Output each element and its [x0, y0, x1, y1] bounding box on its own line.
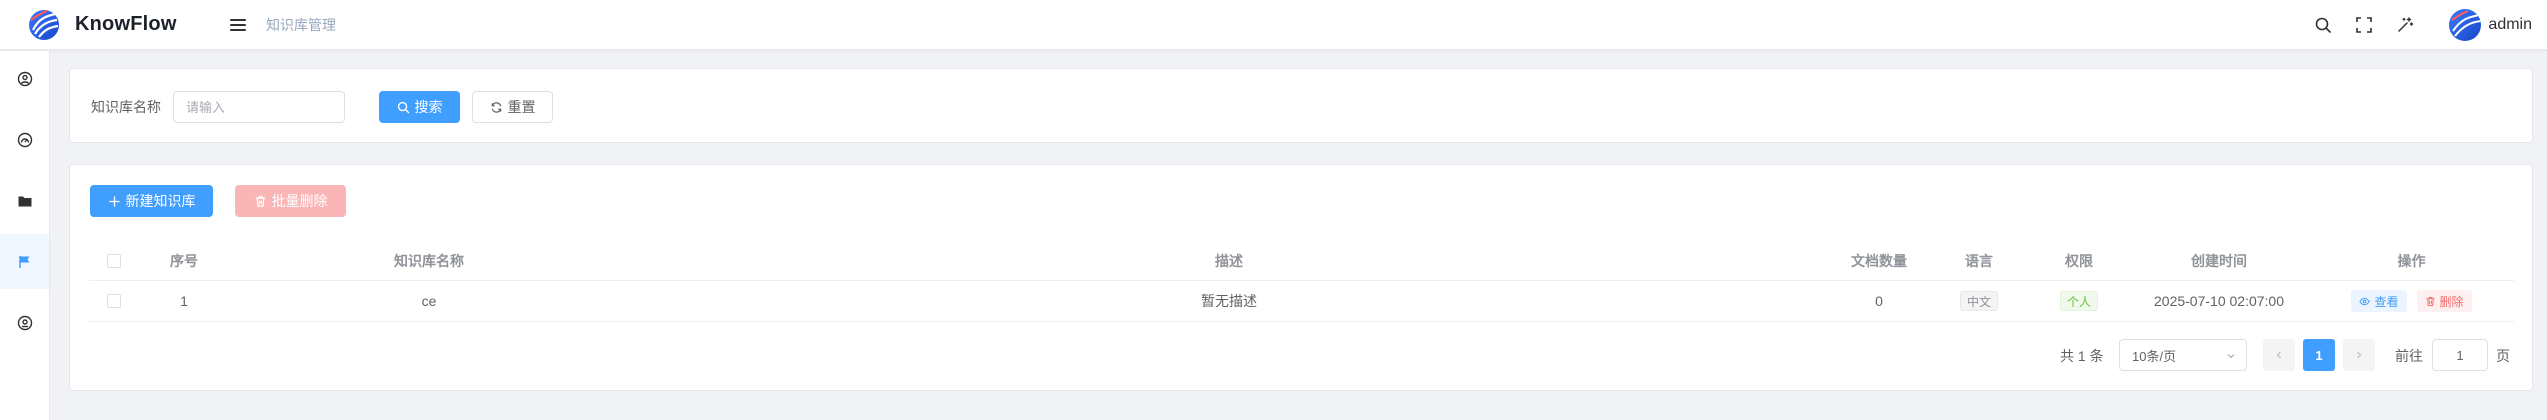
fullscreen-icon[interactable]: [2355, 16, 2373, 34]
create-kb-button[interactable]: 新建知识库: [90, 185, 213, 217]
row-checkbox[interactable]: [107, 294, 121, 308]
theme-icon[interactable]: [2396, 16, 2414, 34]
create-kb-button-label: 新建知识库: [125, 193, 196, 209]
kb-name-label: 知识库名称: [91, 99, 161, 115]
app-logo[interactable]: KnowFlow: [0, 8, 220, 42]
col-header-permission: 权限: [2065, 252, 2093, 269]
header-actions: admin: [2314, 0, 2547, 50]
sidebar-item-knowledge-base[interactable]: [0, 234, 49, 289]
reset-button-label: 重置: [507, 99, 536, 115]
goto-suffix: 页: [2496, 348, 2510, 364]
sidebar-toggle-icon[interactable]: [230, 17, 246, 33]
delete-button[interactable]: 删除: [2416, 290, 2472, 312]
cell-index: 1: [180, 293, 188, 309]
batch-delete-button[interactable]: 批量删除: [235, 185, 346, 217]
knowflow-logo-icon: [29, 9, 59, 40]
select-all-cell: [89, 241, 139, 280]
language-tag: 中文: [1959, 291, 1998, 311]
search-button-label: 搜索: [414, 99, 443, 115]
col-header-name: 知识库名称: [394, 252, 464, 269]
trash-icon: [255, 195, 265, 207]
eye-icon: [2359, 297, 2371, 305]
cell-name: ce: [421, 293, 437, 309]
cell-actions: 查看 删除: [2309, 281, 2514, 321]
chevron-down-icon: [2227, 354, 2235, 359]
sidebar-item-dashboard[interactable]: [0, 112, 49, 167]
folder-icon: [18, 196, 31, 206]
col-header-doc-count: 文档数量: [1851, 252, 1907, 269]
search-panel: 知识库名称 搜索 重置: [69, 68, 2533, 143]
batch-delete-button-label: 批量删除: [271, 193, 328, 209]
pagination-total: 共 1 条: [2060, 348, 2104, 364]
user-circle-icon: [17, 71, 32, 86]
prev-page-button[interactable]: [2263, 339, 2295, 371]
permission-tag: 个人: [2059, 291, 2098, 311]
cell-doc-count: 0: [1875, 293, 1883, 309]
plus-icon: [108, 195, 120, 207]
view-button[interactable]: 查看: [2351, 290, 2407, 312]
page-button-1[interactable]: 1: [2303, 339, 2335, 371]
refresh-icon: [491, 101, 501, 113]
search-icon[interactable]: [2314, 16, 2332, 34]
page-size-select[interactable]: 10条/页: [2119, 339, 2247, 371]
next-page-button[interactable]: [2343, 339, 2375, 371]
chevron-right-icon: [2357, 351, 2362, 359]
page-size-value: 10条/页: [2132, 348, 2177, 364]
table-header-row: 序号 知识库名称 描述 文档数量 语言 权限 创建时间 操作: [89, 241, 2514, 281]
col-header-index: 序号: [170, 252, 198, 269]
sidebar-item-user[interactable]: [0, 51, 49, 106]
row-select-cell: [89, 281, 139, 321]
cell-language: 中文: [1929, 281, 2029, 321]
sidebar-item-files[interactable]: [0, 173, 49, 228]
cell-created-at: 2025-07-10 02:07:00: [2154, 293, 2284, 309]
delete-button-label: 删除: [2439, 294, 2464, 309]
col-header-description: 描述: [1215, 252, 1243, 269]
top-header: KnowFlow 知识库管理 admin: [0, 0, 2547, 50]
goto-prefix: 前往: [2395, 348, 2423, 364]
search-icon: [397, 101, 409, 113]
col-header-actions: 操作: [2397, 252, 2426, 269]
search-button[interactable]: 搜索: [379, 91, 460, 123]
cell-description: 暂无描述: [1201, 293, 1257, 309]
breadcrumb: 知识库管理: [266, 16, 336, 33]
view-button-label: 查看: [2374, 294, 2399, 309]
col-header-language: 语言: [1965, 252, 1993, 269]
select-all-checkbox[interactable]: [107, 253, 121, 268]
sidebar: [0, 51, 50, 420]
sidebar-item-profile[interactable]: [0, 295, 49, 350]
gauge-icon: [17, 132, 32, 147]
trash-icon: [2425, 296, 2435, 306]
user-avatar[interactable]: [2449, 9, 2482, 41]
kb-name-input[interactable]: [173, 91, 345, 123]
table-row: 1 ce 暂无描述 0 中文 个人 2025-07-10 02:07:00 查看…: [89, 281, 2514, 322]
flag-icon: [18, 255, 29, 268]
col-header-created-at: 创建时间: [2191, 252, 2247, 269]
profile-icon: [17, 315, 32, 330]
app-name: KnowFlow: [75, 13, 177, 35]
chevron-left-icon: [2276, 351, 2281, 359]
reset-button[interactable]: 重置: [472, 91, 553, 123]
kb-table-panel: 新建知识库 批量删除 序号 知识库名称 描述 文档数量 语言 权限 创建时间 操…: [69, 164, 2533, 391]
goto-page-input[interactable]: [2432, 339, 2488, 371]
user-name[interactable]: admin: [2488, 16, 2532, 34]
cell-permission: 个人: [2029, 281, 2129, 321]
